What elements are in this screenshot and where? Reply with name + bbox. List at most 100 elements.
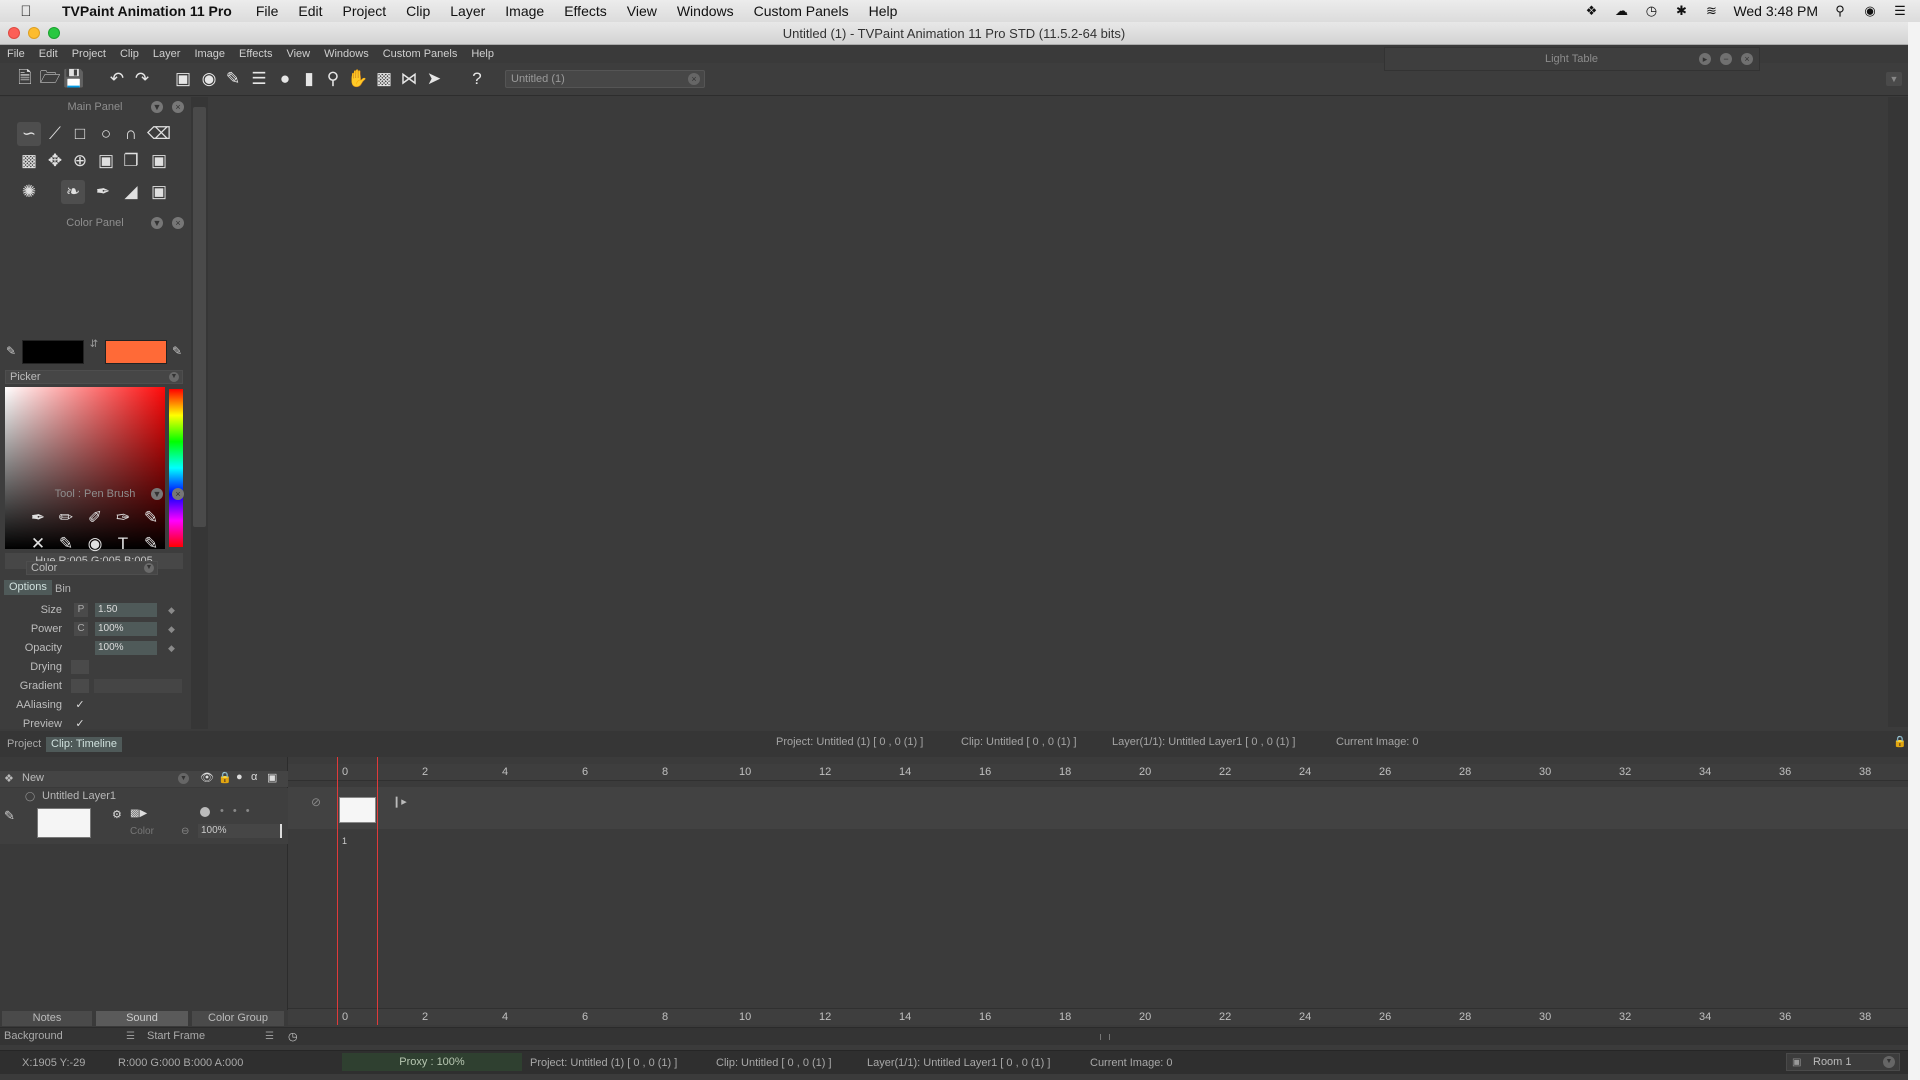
ruler-top-tick-38[interactable]: 38 bbox=[1859, 766, 1871, 778]
stencil-icon[interactable]: ▣ bbox=[267, 771, 277, 784]
ruler-bottom-tick-38[interactable]: 38 bbox=[1859, 1011, 1871, 1023]
tab-color-group[interactable]: Color Group bbox=[192, 1011, 284, 1026]
mac-menu-custom-panels[interactable]: Custom Panels bbox=[744, 3, 859, 19]
fill-tool-icon[interactable]: ◢ bbox=[119, 180, 143, 204]
mac-menu-image[interactable]: Image bbox=[495, 3, 554, 19]
redo-icon[interactable]: ↷ bbox=[131, 68, 153, 90]
canvas-collapse-icon[interactable]: ▼ bbox=[1886, 72, 1902, 86]
bluetooth-icon[interactable]: ✱ bbox=[1673, 3, 1689, 18]
power-pressure-toggle[interactable]: C bbox=[74, 622, 88, 636]
smudge-brush-icon[interactable]: ✎ bbox=[54, 532, 78, 556]
layer-type-icon[interactable]: ▩▶ bbox=[130, 808, 147, 819]
ruler-top-tick-6[interactable]: 6 bbox=[582, 766, 588, 778]
ruler-top-tick-16[interactable]: 16 bbox=[979, 766, 991, 778]
ruler-icon[interactable]: ▮ bbox=[298, 68, 320, 90]
ruler-bottom-tick-32[interactable]: 32 bbox=[1619, 1011, 1631, 1023]
swap-colors-icon[interactable]: ⇵ bbox=[88, 339, 100, 365]
menu-help[interactable]: Help bbox=[464, 48, 501, 60]
mac-menu-view[interactable]: View bbox=[617, 3, 667, 19]
mac-menu-edit[interactable]: Edit bbox=[288, 3, 332, 19]
color-panel-close-icon[interactable]: × bbox=[172, 217, 184, 229]
menu-effects[interactable]: Effects bbox=[232, 48, 279, 60]
eyedropper-b-icon[interactable]: ✎ bbox=[172, 344, 186, 358]
opacity-field[interactable]: 100% bbox=[95, 641, 157, 655]
size-pressure-toggle[interactable]: P bbox=[74, 603, 88, 617]
color-wheel-icon[interactable]: ◉ bbox=[198, 68, 220, 90]
document-selector[interactable]: Untitled (1) × bbox=[505, 70, 705, 88]
ruler-top-tick-10[interactable]: 10 bbox=[739, 766, 751, 778]
lasso-tool-icon[interactable]: ✥ bbox=[43, 149, 67, 173]
ruler-bottom-tick-30[interactable]: 30 bbox=[1539, 1011, 1551, 1023]
new-layer-button[interactable]: New bbox=[22, 772, 44, 784]
menu-layer[interactable]: Layer bbox=[146, 48, 188, 60]
paint-brush-icon[interactable]: ✎ bbox=[139, 506, 163, 530]
ruler-bottom-tick-24[interactable]: 24 bbox=[1299, 1011, 1311, 1023]
menu-custom-panels[interactable]: Custom Panels bbox=[376, 48, 465, 60]
layer-row[interactable]: ◯ Untitled Layer1 ✎ ⚙ ▩▶ ••• Color ⊖ 100… bbox=[0, 788, 288, 844]
ruler-bottom-tick-10[interactable]: 10 bbox=[739, 1011, 751, 1023]
main-panel-menu-icon[interactable]: ▼ bbox=[151, 101, 163, 113]
timeline-ruler-bottom[interactable]: 0 2 4 6 8 10 12 14 16 18 20 22 24 26 28 30 32 34 36 38 bbox=[288, 1008, 1908, 1025]
pen-brush-icon[interactable]: ✒ bbox=[26, 506, 50, 530]
ruler-bottom-tick-20[interactable]: 20 bbox=[1139, 1011, 1151, 1023]
size-field[interactable]: 1.50 bbox=[95, 603, 157, 617]
ruler-top-tick-30[interactable]: 30 bbox=[1539, 766, 1551, 778]
current-frame-marker[interactable] bbox=[337, 757, 378, 1025]
drying-checkbox[interactable] bbox=[71, 660, 89, 674]
paper-plane-icon[interactable]: ➤ bbox=[423, 68, 445, 90]
ruler-top-tick-14[interactable]: 14 bbox=[899, 766, 911, 778]
layer-opacity-field[interactable]: 100% bbox=[198, 824, 282, 838]
text-tool-icon[interactable]: T bbox=[111, 532, 135, 556]
tab-project[interactable]: Project bbox=[2, 737, 46, 752]
eyedropper-a-icon[interactable]: ✎ bbox=[6, 344, 20, 358]
ruler-top-tick-28[interactable]: 28 bbox=[1459, 766, 1471, 778]
layer-thumbnail[interactable] bbox=[37, 808, 91, 838]
menu-clip[interactable]: Clip bbox=[113, 48, 146, 60]
tab-bin[interactable]: Bin bbox=[50, 582, 76, 597]
clone-tool-icon[interactable]: ❐ bbox=[119, 149, 143, 173]
window-zoom-button[interactable] bbox=[48, 27, 60, 39]
layer-paint-icon[interactable]: ✎ bbox=[4, 808, 15, 824]
airbrush-icon[interactable]: ✐ bbox=[83, 506, 107, 530]
ruler-top-tick-34[interactable]: 34 bbox=[1699, 766, 1711, 778]
ruler-bottom-tick-4[interactable]: 4 bbox=[502, 1011, 508, 1023]
knife-brush-icon[interactable]: ✕ bbox=[26, 532, 50, 556]
layer-flags[interactable]: ••• bbox=[220, 805, 259, 817]
camera-icon[interactable]: ▣ bbox=[172, 68, 194, 90]
layer-options-icon[interactable]: ⚙ bbox=[112, 808, 122, 821]
main-panel-close-icon[interactable]: × bbox=[172, 101, 184, 113]
menu-view[interactable]: View bbox=[279, 48, 317, 60]
wifi-icon[interactable]: ≋ bbox=[1703, 3, 1719, 18]
ruler-top-tick-24[interactable]: 24 bbox=[1299, 766, 1311, 778]
gradient-checkbox[interactable] bbox=[71, 679, 89, 693]
color-panel-menu-icon[interactable]: ▼ bbox=[151, 217, 163, 229]
gradient-preview[interactable] bbox=[94, 679, 182, 693]
dry-brush-icon[interactable]: ✎ bbox=[139, 532, 163, 556]
layer-name[interactable]: Untitled Layer1 bbox=[42, 790, 116, 802]
save-document-icon[interactable]: 💾 bbox=[63, 68, 85, 90]
ruler-top-tick-8[interactable]: 8 bbox=[662, 766, 668, 778]
background-menu-icon[interactable]: ☰ bbox=[126, 1031, 135, 1042]
drawing-canvas[interactable] bbox=[208, 97, 1888, 727]
ruler-top-tick-32[interactable]: 32 bbox=[1619, 766, 1631, 778]
app-menu-name[interactable]: TVPaint Animation 11 Pro bbox=[52, 3, 246, 19]
color-mode-select[interactable]: Picker ▼ bbox=[5, 370, 183, 384]
time-machine-icon[interactable]: ◷ bbox=[1643, 3, 1659, 18]
freehand-tool-icon[interactable]: ∽ bbox=[17, 122, 41, 146]
new-document-icon[interactable]: 🗎 bbox=[14, 68, 36, 90]
ruler-bottom-tick-14[interactable]: 14 bbox=[899, 1011, 911, 1023]
xsheet-icon[interactable]: ▩ bbox=[373, 68, 395, 90]
camera-tool-icon[interactable]: ▣ bbox=[147, 149, 171, 173]
no-exposure-icon[interactable]: ⊘ bbox=[311, 795, 321, 809]
apple-icon[interactable]:  bbox=[0, 3, 52, 20]
ruler-bottom-tick-26[interactable]: 26 bbox=[1379, 1011, 1391, 1023]
opacity-more-icon[interactable]: ◆ bbox=[168, 643, 175, 654]
ruler-top-tick-36[interactable]: 36 bbox=[1779, 766, 1791, 778]
ruler-bottom-tick-34[interactable]: 34 bbox=[1699, 1011, 1711, 1023]
ruler-top-tick-20[interactable]: 20 bbox=[1139, 766, 1151, 778]
panel-tool-icon[interactable]: ▣ bbox=[147, 180, 171, 204]
layer-visible-dot[interactable] bbox=[200, 807, 210, 817]
warp-tool-icon[interactable]: ❧ bbox=[61, 180, 85, 204]
help-icon[interactable]: ? bbox=[466, 68, 488, 90]
alpha-icon[interactable]: α bbox=[251, 771, 257, 783]
